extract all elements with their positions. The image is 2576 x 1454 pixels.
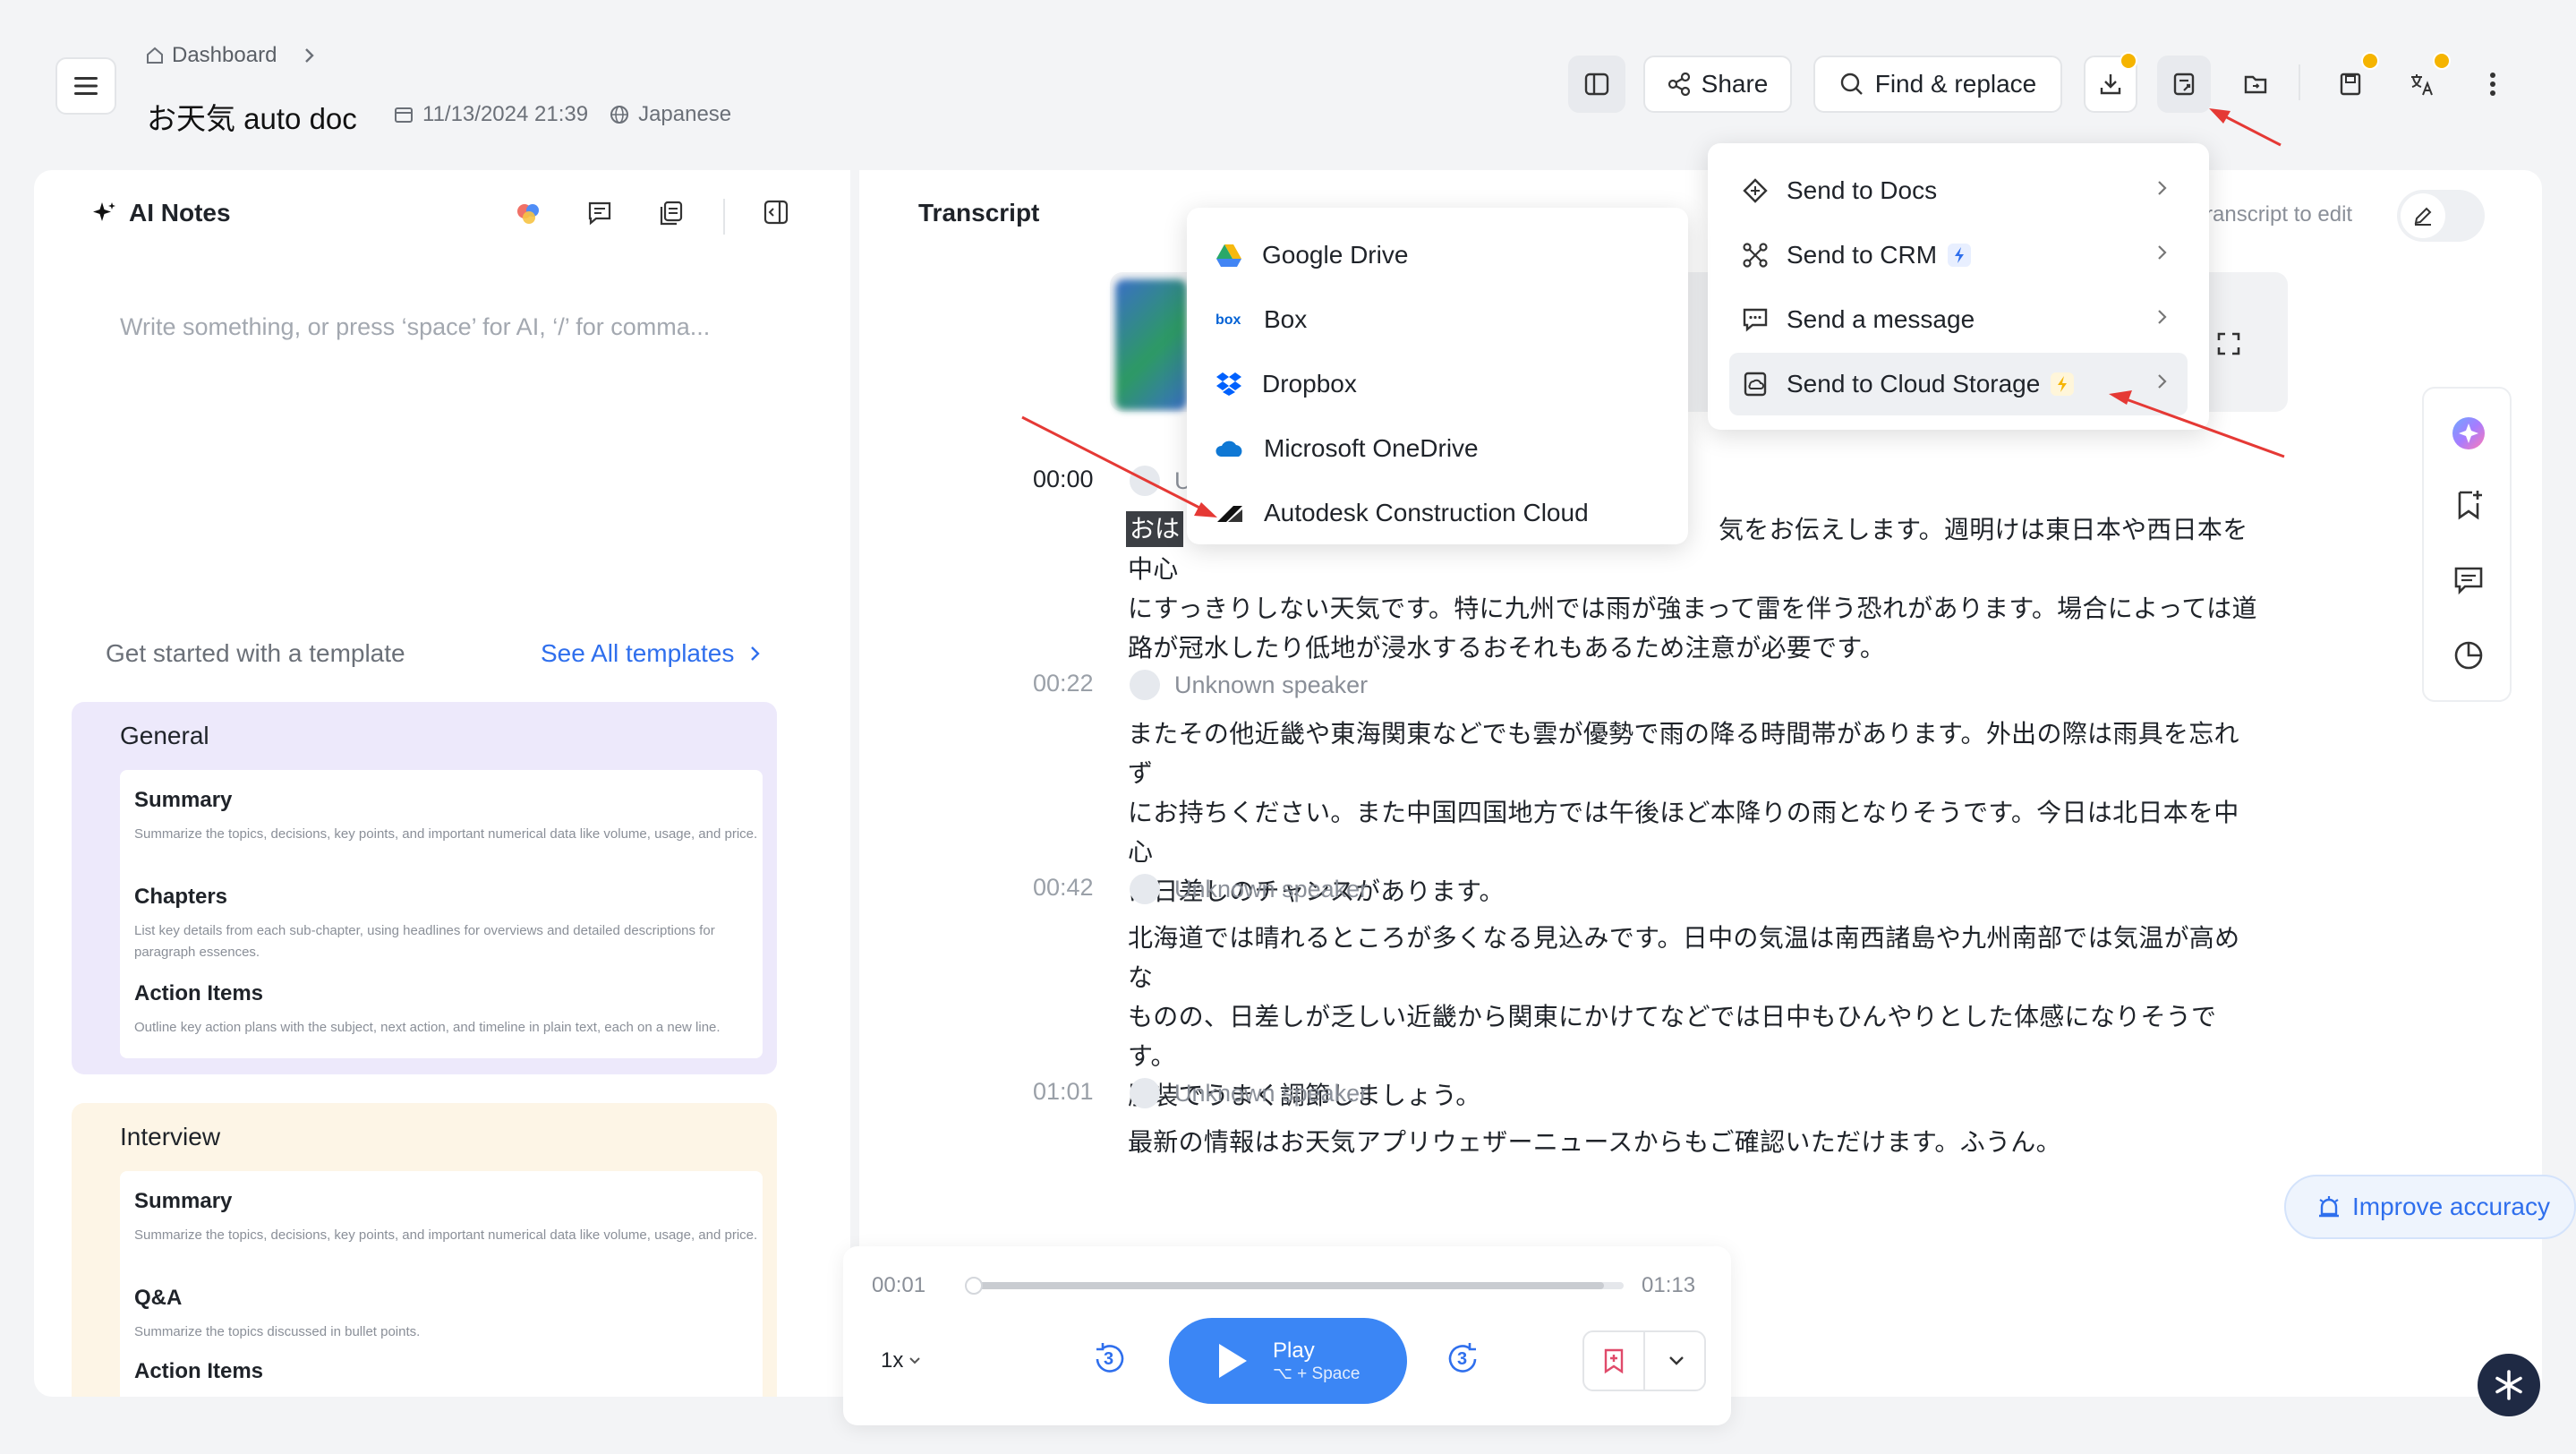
annotation-arrow [2209, 108, 2282, 147]
annotation-arrow [2109, 390, 2285, 458]
annotation-arrows [1021, 108, 2285, 517]
annotation-arrow [1021, 415, 1217, 517]
